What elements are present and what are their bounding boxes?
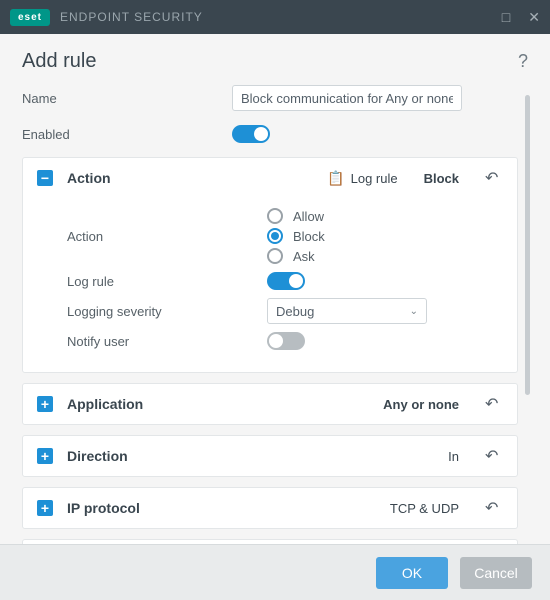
- radio-ask[interactable]: Ask: [267, 248, 503, 264]
- severity-row: Logging severity Debug ⌄: [67, 298, 503, 324]
- revert-icon[interactable]: ↶: [485, 446, 503, 466]
- name-row: Name: [22, 85, 518, 111]
- titlebar: eset ENDPOINT SECURITY □ ✕: [0, 0, 550, 34]
- chevron-down-icon: ⌄: [410, 306, 418, 317]
- help-icon[interactable]: ?: [518, 51, 528, 72]
- maximize-icon[interactable]: □: [502, 9, 510, 26]
- ipproto-title: IP protocol: [67, 500, 140, 516]
- severity-label: Logging severity: [67, 304, 267, 319]
- action-summary-log-text: Log rule: [351, 171, 398, 186]
- application-panel: + Application Any or none ↶: [22, 383, 518, 425]
- log-rule-label: Log rule: [67, 274, 267, 289]
- collapse-icon[interactable]: −: [37, 170, 53, 186]
- ok-button[interactable]: OK: [376, 557, 448, 589]
- brand-badge: eset: [10, 9, 50, 26]
- ipproto-value: TCP & UDP: [390, 501, 459, 516]
- application-value: Any or none: [383, 397, 459, 412]
- radio-block-label: Block: [293, 229, 325, 244]
- name-input[interactable]: [232, 85, 462, 111]
- scroll-track[interactable]: [522, 85, 532, 544]
- window-controls: □ ✕: [502, 9, 540, 26]
- cancel-button[interactable]: Cancel: [460, 557, 532, 589]
- revert-icon[interactable]: ↶: [485, 498, 503, 518]
- radio-allow[interactable]: Allow: [267, 208, 503, 224]
- expand-icon[interactable]: +: [37, 500, 53, 516]
- page-title: Add rule: [22, 50, 97, 73]
- close-icon[interactable]: ✕: [528, 9, 540, 26]
- enabled-toggle[interactable]: [232, 125, 270, 143]
- action-panel-title: Action: [67, 170, 111, 186]
- radio-ask-label: Ask: [293, 249, 315, 264]
- expand-icon[interactable]: +: [37, 448, 53, 464]
- radio-allow-indicator: [267, 208, 283, 224]
- form-column: Name Enabled − Action 📋 Log rule: [22, 85, 518, 544]
- action-summary-log: 📋 Log rule: [327, 170, 397, 187]
- ipproto-panel: + IP protocol TCP & UDP ↶: [22, 487, 518, 529]
- enabled-row: Enabled: [22, 125, 518, 143]
- direction-value: In: [448, 449, 459, 464]
- footer: OK Cancel: [0, 544, 550, 600]
- notify-toggle[interactable]: [267, 332, 305, 350]
- clipboard-icon: 📋: [327, 170, 344, 187]
- form-area: Name Enabled − Action 📋 Log rule: [0, 79, 550, 544]
- revert-icon[interactable]: ↶: [485, 394, 503, 414]
- severity-value: Debug: [276, 304, 314, 319]
- radio-allow-label: Allow: [293, 209, 324, 224]
- radio-block[interactable]: Block: [267, 228, 503, 244]
- direction-panel: + Direction In ↶: [22, 435, 518, 477]
- notify-row: Notify user: [67, 332, 503, 350]
- product-name: ENDPOINT SECURITY: [60, 10, 203, 24]
- name-label: Name: [22, 91, 232, 106]
- direction-title: Direction: [67, 448, 128, 464]
- ipproto-panel-head[interactable]: + IP protocol TCP & UDP ↶: [23, 488, 517, 528]
- expand-icon[interactable]: +: [37, 396, 53, 412]
- enabled-label: Enabled: [22, 127, 232, 142]
- application-title: Application: [67, 396, 143, 412]
- action-select-label: Action: [67, 229, 267, 244]
- action-panel: − Action 📋 Log rule Block ↶ Action: [22, 157, 518, 373]
- radio-ask-indicator: [267, 248, 283, 264]
- direction-panel-head[interactable]: + Direction In ↶: [23, 436, 517, 476]
- action-select-row: Action Allow Block: [67, 208, 503, 264]
- action-panel-head[interactable]: − Action 📋 Log rule Block ↶: [23, 158, 517, 198]
- application-panel-head[interactable]: + Application Any or none ↶: [23, 384, 517, 424]
- window: eset ENDPOINT SECURITY □ ✕ Add rule ? Na…: [0, 0, 550, 600]
- radio-block-indicator: [267, 228, 283, 244]
- notify-label: Notify user: [67, 334, 267, 349]
- action-panel-body: Action Allow Block: [23, 198, 517, 372]
- revert-icon[interactable]: ↶: [485, 168, 503, 188]
- action-radio-group: Allow Block Ask: [267, 208, 503, 264]
- severity-select[interactable]: Debug ⌄: [267, 298, 427, 324]
- log-rule-toggle[interactable]: [267, 272, 305, 290]
- scrollbar-thumb[interactable]: [525, 95, 530, 395]
- action-summary-value: Block: [424, 171, 459, 186]
- header: Add rule ?: [0, 34, 550, 79]
- log-rule-row: Log rule: [67, 272, 503, 290]
